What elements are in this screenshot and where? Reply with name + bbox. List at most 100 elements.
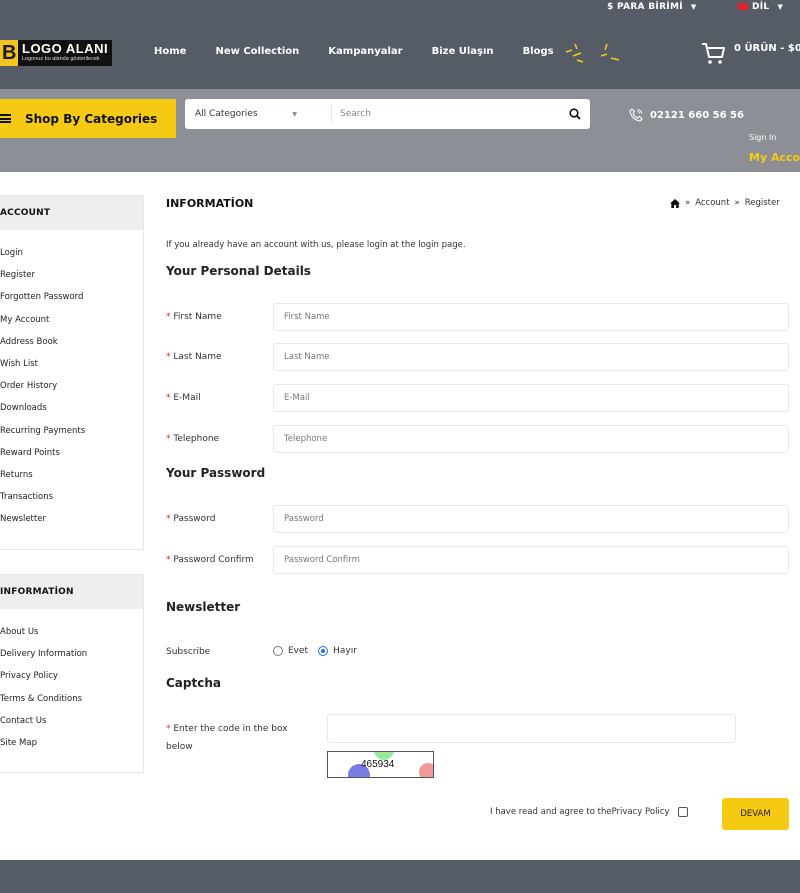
chevron-down-icon: ▼ xyxy=(292,110,297,118)
captcha-label: * Enter the code in the box below xyxy=(166,724,288,752)
subscribe-radio-group: Evet Hayır xyxy=(273,646,367,656)
radio-yes[interactable] xyxy=(273,646,283,656)
sidebar-item-login[interactable]: Login xyxy=(0,242,143,264)
sidebar-item-forgotten-password[interactable]: Forgotten Password xyxy=(0,286,143,308)
sidebar-item-privacy-policy[interactable]: Privacy Policy xyxy=(0,665,143,687)
email-input[interactable] xyxy=(273,384,789,412)
shop-by-categories-button[interactable]: Shop By Categories xyxy=(0,99,176,138)
sidebar-item-address-book[interactable]: Address Book xyxy=(0,331,143,353)
breadcrumb-register[interactable]: Register xyxy=(745,198,780,208)
sidebar-item-transactions[interactable]: Transactions xyxy=(0,486,143,508)
category-select-value: All Categories xyxy=(195,109,258,119)
section-captcha: Captcha xyxy=(166,676,221,690)
site-logo[interactable]: B LOGO ALANI Logonuz bu alanda gösterile… xyxy=(0,40,113,66)
language-dropdown[interactable]: DİL ▼ xyxy=(738,2,783,12)
sparkle-decoration-icon xyxy=(565,43,620,63)
agree-checkbox[interactable] xyxy=(677,807,688,817)
subheader: Shop By Categories All Categories ▼ xyxy=(0,89,800,172)
sidebar-item-my-account[interactable]: My Account xyxy=(0,309,143,331)
sidebar-account: ACCOUNT Login Register Forgotten Passwor… xyxy=(0,195,144,550)
logo-subtitle: Logonuz bu alanda gösterilecek xyxy=(22,56,100,62)
sidebar-item-register[interactable]: Register xyxy=(0,264,143,286)
sidebar-information-title: INFORMATİON xyxy=(0,575,143,609)
breadcrumb: » Account » Register xyxy=(670,198,780,208)
subscribe-no-label: Hayır xyxy=(333,646,357,656)
privacy-agreement: I have read and agree to the Privacy Pol… xyxy=(490,807,688,817)
sidebar-item-delivery-information[interactable]: Delivery Information xyxy=(0,643,143,665)
sidebar-item-newsletter[interactable]: Newsletter xyxy=(0,508,143,530)
breadcrumb-separator: » xyxy=(685,198,691,208)
language-label: DİL xyxy=(752,2,770,12)
section-password: Your Password xyxy=(166,466,266,480)
chevron-down-icon: ▼ xyxy=(690,3,697,11)
currency-label: $ PARA BİRİMİ xyxy=(607,2,683,12)
breadcrumb-separator: » xyxy=(734,198,740,208)
nav-blogs[interactable]: Blogs xyxy=(523,46,554,57)
header: $ PARA BİRİMİ ▼ DİL ▼ B LOGO ALANI Logonuz… xyxy=(0,0,800,89)
sign-in-link[interactable]: Sign In xyxy=(749,133,776,142)
cart-summary: 0 ÜRÜN - $0 xyxy=(734,43,800,54)
password-confirm-label: * Password Confirm xyxy=(166,555,254,565)
login-page-link[interactable]: login page xyxy=(418,240,463,250)
search-button[interactable] xyxy=(560,99,590,129)
sidebar-information: INFORMATİON About Us Delivery Informatio… xyxy=(0,574,144,773)
sidebar-item-about-us[interactable]: About Us xyxy=(0,621,143,643)
sidebar-account-list: Login Register Forgotten Password My Acc… xyxy=(0,230,143,530)
section-newsletter: Newsletter xyxy=(166,600,241,614)
login-notice-text: If you already have an account with us, … xyxy=(166,240,419,250)
logo-letter: B xyxy=(0,40,18,66)
sidebar-account-title: ACCOUNT xyxy=(0,196,143,230)
breadcrumb-account[interactable]: Account xyxy=(695,198,729,208)
sidebar-item-site-map[interactable]: Site Map xyxy=(0,732,143,754)
password-confirm-input[interactable] xyxy=(273,546,789,574)
phone-contact[interactable]: 02121 660 56 56 xyxy=(628,107,744,123)
page-title: INFORMATİON xyxy=(166,197,254,210)
phone-icon xyxy=(629,108,643,122)
lastname-input[interactable] xyxy=(273,343,789,371)
sidebar-item-order-history[interactable]: Order History xyxy=(0,375,143,397)
password-input[interactable] xyxy=(273,505,789,533)
login-notice-end: . xyxy=(462,240,466,250)
footer xyxy=(0,860,800,893)
sidebar-item-recurring-payments[interactable]: Recurring Payments xyxy=(0,420,143,442)
sidebar-item-reward-points[interactable]: Reward Points xyxy=(0,442,143,464)
email-label: * E-Mail xyxy=(166,393,201,403)
nav-home[interactable]: Home xyxy=(154,46,186,57)
radio-no[interactable] xyxy=(318,646,329,656)
lastname-label: * Last Name xyxy=(166,352,222,362)
logo-box: LOGO ALANI Logonuz bu alanda gösterilece… xyxy=(18,40,113,66)
password-label: * Password xyxy=(166,514,216,524)
my-account-link[interactable]: My Account xyxy=(749,151,800,164)
sidebar-item-downloads[interactable]: Downloads xyxy=(0,397,143,419)
nav-new-collection[interactable]: New Collection xyxy=(215,46,299,57)
login-notice: If you already have an account with us, … xyxy=(166,240,466,250)
cart-icon xyxy=(702,43,725,64)
sidebar-item-returns[interactable]: Returns xyxy=(0,464,143,486)
shop-by-categories-label: Shop By Categories xyxy=(25,111,158,126)
main-nav: Home New Collection Kampanyalar Bize Ula… xyxy=(154,46,583,57)
firstname-input[interactable] xyxy=(273,303,789,331)
category-select[interactable]: All Categories ▼ xyxy=(185,105,332,123)
phone-number: 02121 660 56 56 xyxy=(650,109,744,121)
telephone-input[interactable] xyxy=(273,425,789,453)
nav-kampanyalar[interactable]: Kampanyalar xyxy=(328,46,402,57)
home-icon[interactable] xyxy=(670,198,680,208)
firstname-label: * First Name xyxy=(166,312,222,322)
sidebar-item-wish-list[interactable]: Wish List xyxy=(0,353,143,375)
subscribe-no-option[interactable]: Hayır xyxy=(318,646,357,656)
sidebar-item-contact-us[interactable]: Contact Us xyxy=(0,710,143,732)
sidebar-item-terms-conditions[interactable]: Terms & Conditions xyxy=(0,688,143,710)
nav-bize-ulasin[interactable]: Bize Ulaşın xyxy=(432,46,494,57)
agree-text: I have read and agree to the xyxy=(490,807,612,817)
continue-button[interactable]: DEVAM xyxy=(722,798,789,830)
privacy-policy-link[interactable]: Privacy Policy xyxy=(612,807,670,817)
search-input[interactable] xyxy=(332,109,560,119)
turkey-flag-icon xyxy=(738,3,748,10)
cart-button[interactable]: 0 ÜRÜN - $0 xyxy=(700,40,800,66)
captcha-image: 465934 xyxy=(327,751,434,778)
menu-icon xyxy=(0,114,11,123)
currency-dropdown[interactable]: $ PARA BİRİMİ ▼ xyxy=(607,2,697,12)
captcha-input[interactable] xyxy=(327,714,736,743)
subscribe-label: Subscribe xyxy=(166,647,211,657)
subscribe-yes-option[interactable]: Evet xyxy=(273,646,308,656)
